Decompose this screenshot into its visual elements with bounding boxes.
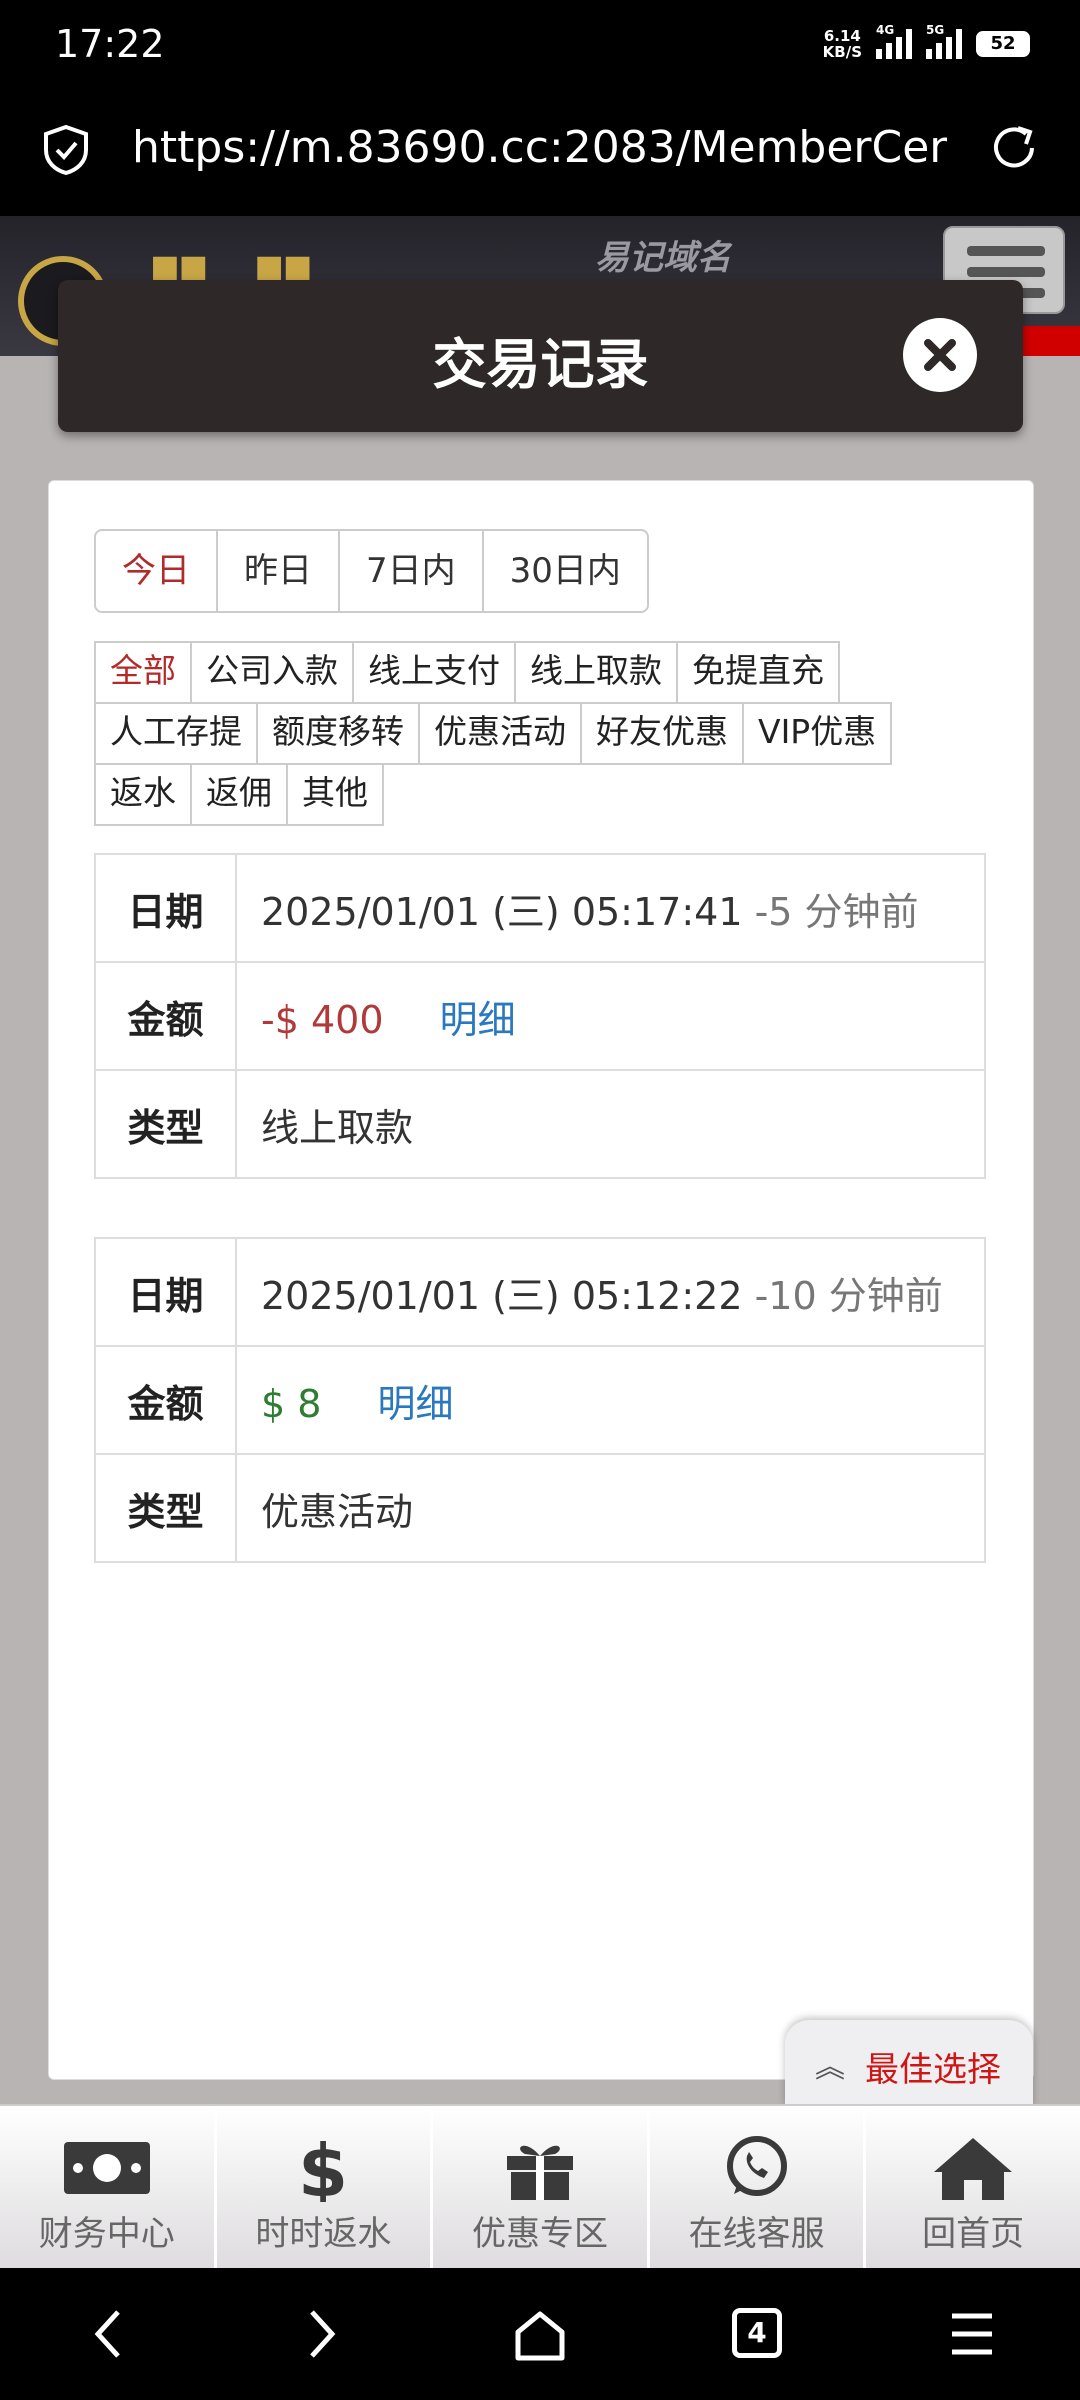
modal-header: 交易记录 [58, 280, 1023, 432]
filter-row: 人工存提 额度移转 优惠活动 好友优惠 VIP优惠 [94, 702, 954, 765]
filter-friend-bonus[interactable]: 好友优惠 [580, 702, 744, 765]
red-tab [1020, 326, 1080, 356]
reload-icon[interactable] [988, 122, 1040, 174]
svg-text:$: $ [298, 2134, 348, 2202]
bottom-nav: 财务中心 $ 时时返水 优惠专区 在线客服 回首页 [0, 2104, 1080, 2268]
net-speed: 6.14 KB/S [822, 27, 862, 61]
menu-lines-icon[interactable] [948, 2308, 996, 2360]
detail-link[interactable]: 明细 [378, 1382, 454, 1426]
date-label: 日期 [94, 853, 237, 963]
date-range-tabs: 今日 昨日 7日内 30日内 [94, 529, 649, 613]
status-time: 17:22 [55, 22, 165, 66]
type-label: 类型 [94, 1069, 237, 1179]
tabs-count-button[interactable]: 4 [732, 2308, 782, 2358]
record-amount-row: 金额 $ 8 明细 [94, 1345, 986, 1455]
filter-promotion[interactable]: 优惠活动 [418, 702, 582, 765]
amount: -$ 400 [261, 997, 384, 1042]
nav-home[interactable]: 回首页 [866, 2106, 1080, 2268]
battery-icon: 52 [976, 31, 1030, 57]
tab-today[interactable]: 今日 [96, 531, 218, 611]
dollar-icon: $ [298, 2134, 348, 2202]
forward-icon[interactable] [302, 2308, 342, 2360]
money-icon [63, 2142, 150, 2194]
record-type-row: 类型 优惠活动 [94, 1453, 986, 1563]
filter-other[interactable]: 其他 [286, 763, 384, 826]
amount-value: -$ 400 明细 [235, 961, 986, 1071]
whatsapp-icon [726, 2136, 787, 2196]
nav-live-support[interactable]: 在线客服 [650, 2106, 867, 2268]
amount-label: 金额 [94, 1345, 237, 1455]
filter-online-withdrawal[interactable]: 线上取款 [514, 641, 678, 704]
time-ago: -5 分钟前 [754, 889, 919, 934]
date-label: 日期 [94, 1237, 237, 1347]
type-value: 优惠活动 [235, 1453, 986, 1563]
record-date-row: 日期 2025/01/01 (三) 05:12:22 -10 分钟前 [94, 1237, 986, 1347]
gift-icon [506, 2145, 573, 2200]
filter-manual[interactable]: 人工存提 [94, 702, 258, 765]
filter-all[interactable]: 全部 [94, 641, 192, 704]
record-type-row: 类型 线上取款 [94, 1069, 986, 1179]
nav-finance-center[interactable]: 财务中心 [0, 2106, 217, 2268]
time-ago: -10 分钟前 [754, 1273, 943, 1318]
best-choice-label: 最佳选择 [865, 2050, 1001, 2090]
transaction-record: 日期 2025/01/01 (三) 05:17:41 -5 分钟前 金额 -$ … [94, 853, 986, 1179]
signal-4g-icon: 4G [876, 23, 912, 59]
filter-company-deposit[interactable]: 公司入款 [190, 641, 354, 704]
site-banner: 易记域名 [595, 238, 731, 278]
url-field[interactable]: https://m.83690.cc:2083/MemberCenter [132, 122, 947, 173]
nav-rebate[interactable]: $ 时时返水 [217, 2106, 434, 2268]
filter-row: 返水 返佣 其他 [94, 763, 954, 826]
date-value: 2025/01/01 (三) 05:12:22 -10 分钟前 [235, 1237, 986, 1347]
filter-rebate[interactable]: 返水 [94, 763, 192, 826]
amount-value: $ 8 明细 [235, 1345, 986, 1455]
status-icons: 6.14 KB/S 4G 5G 52 [822, 23, 1030, 61]
filter-online-payment[interactable]: 线上支付 [352, 641, 516, 704]
tab-yesterday[interactable]: 昨日 [218, 531, 340, 611]
close-icon [924, 339, 956, 371]
secure-shield-icon[interactable] [42, 124, 90, 176]
filter-free-topup[interactable]: 免提直充 [676, 641, 840, 704]
tab-30-days[interactable]: 30日内 [484, 531, 647, 611]
home-icon [934, 2138, 1013, 2200]
record-date-row: 日期 2025/01/01 (三) 05:17:41 -5 分钟前 [94, 853, 986, 963]
home-button-icon[interactable] [512, 2308, 568, 2364]
browser-url-bar: https://m.83690.cc:2083/MemberCenter [0, 92, 1080, 216]
filter-transfer[interactable]: 额度移转 [256, 702, 420, 765]
modal-body: 今日 昨日 7日内 30日内 全部 公司入款 线上支付 线上取款 免提直充 人工… [48, 480, 1034, 2080]
type-filters: 全部 公司入款 线上支付 线上取款 免提直充 人工存提 额度移转 优惠活动 好友… [94, 641, 954, 826]
status-bar: 17:22 6.14 KB/S 4G 5G 52 [0, 0, 1080, 92]
detail-link[interactable]: 明细 [440, 998, 516, 1042]
filter-commission[interactable]: 返佣 [190, 763, 288, 826]
back-icon[interactable] [88, 2308, 128, 2360]
close-button[interactable] [903, 318, 977, 392]
amount-label: 金额 [94, 961, 237, 1071]
filter-row: 全部 公司入款 线上支付 线上取款 免提直充 [94, 641, 954, 704]
chevron-up-icon: ︽ [815, 2050, 845, 2085]
transaction-record: 日期 2025/01/01 (三) 05:12:22 -10 分钟前 金额 $ … [94, 1237, 986, 1563]
record-amount-row: 金额 -$ 400 明细 [94, 961, 986, 1071]
type-value: 线上取款 [235, 1069, 986, 1179]
signal-5g-icon: 5G [926, 23, 962, 59]
date-value: 2025/01/01 (三) 05:17:41 -5 分钟前 [235, 853, 986, 963]
type-label: 类型 [94, 1453, 237, 1563]
modal-title: 交易记录 [432, 333, 649, 396]
filter-vip-bonus[interactable]: VIP优惠 [742, 702, 893, 765]
amount: $ 8 [261, 1381, 322, 1426]
best-choice-button[interactable]: ︽ 最佳选择 [785, 2020, 1033, 2108]
system-nav-bar: 4 [0, 2268, 1080, 2400]
nav-promotions[interactable]: 优惠专区 [433, 2106, 650, 2268]
tab-7-days[interactable]: 7日内 [340, 531, 484, 611]
